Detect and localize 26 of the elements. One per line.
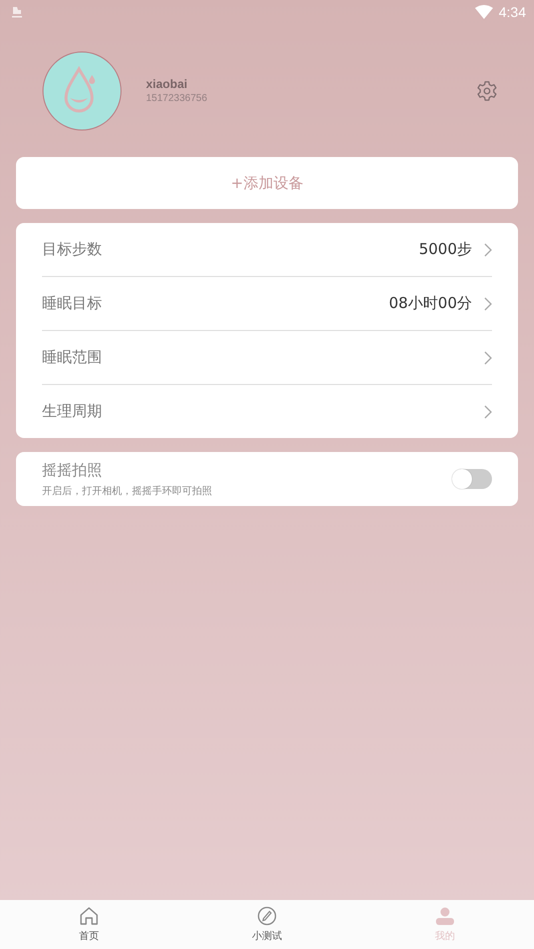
toggle-switch[interactable] — [452, 469, 492, 489]
status-time: 4:34 — [498, 4, 526, 20]
wifi-icon — [474, 5, 493, 19]
home-icon — [79, 906, 99, 926]
avatar[interactable] — [42, 50, 122, 130]
notification-icon — [10, 5, 24, 19]
pen-circle-icon — [257, 906, 277, 926]
phone-number: 15172336756 — [146, 93, 208, 104]
chevron-right-icon — [484, 242, 492, 256]
settings-icon[interactable] — [476, 80, 498, 102]
setting-value: 08小时00分 — [388, 294, 472, 313]
nav-tab[interactable]: 小测试 — [178, 900, 356, 949]
user-icon — [435, 906, 455, 926]
chevron-right-icon — [484, 296, 492, 310]
setting-label[interactable]: 生理周期 — [42, 402, 484, 421]
setting-label[interactable]: 睡眠范围 — [42, 348, 484, 367]
setting-label[interactable]: 睡眠目标 — [42, 294, 389, 313]
add-device-button[interactable]: +添加设备 — [16, 157, 518, 209]
setting-value: 5000步 — [418, 240, 472, 259]
shake-photo-description: 开启后，打开相机，摇摇手环即可拍照 — [42, 484, 213, 498]
nav-tab[interactable]: 首页 — [0, 900, 178, 949]
chevron-right-icon — [484, 350, 492, 364]
shake-photo-title: 摇摇拍照 — [42, 460, 103, 480]
user-name: xiaobai — [146, 77, 188, 91]
chevron-right-icon — [484, 404, 492, 418]
setting-label[interactable]: 目标步数 — [42, 240, 419, 259]
